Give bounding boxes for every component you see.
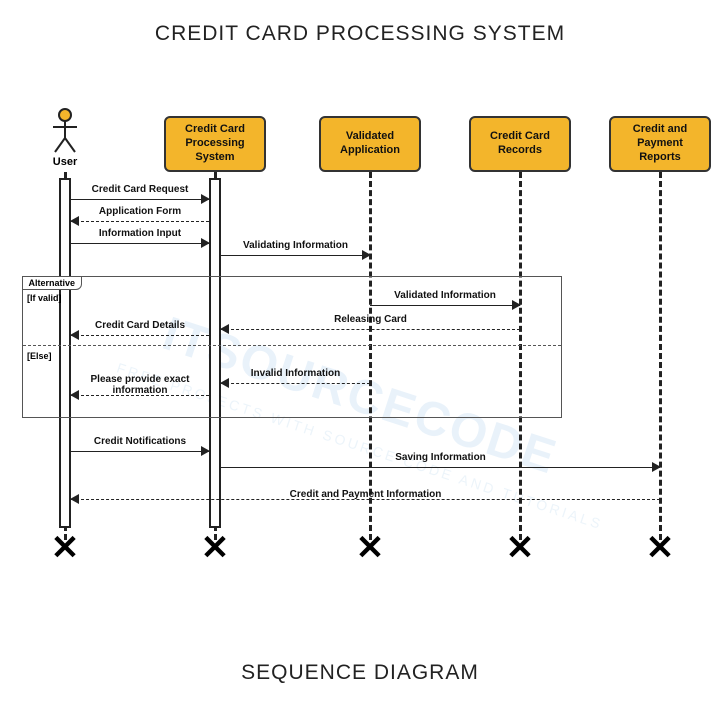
message-arrow: Validated Information <box>370 298 520 312</box>
message-arrow: Application Form <box>71 214 209 228</box>
message-label: Credit Card Details <box>71 320 209 331</box>
message-label: Credit Notifications <box>71 436 209 447</box>
destroy-marker: ✕ <box>356 531 385 565</box>
participant-system: Credit Card Processing System <box>164 116 266 172</box>
message-arrow: Credit Card Details <box>71 328 209 342</box>
actor-label: User <box>45 156 85 168</box>
page-title: CREDIT CARD PROCESSING SYSTEM <box>0 0 720 46</box>
message-arrow: Credit and Payment Information <box>71 492 660 506</box>
lifeline <box>659 172 662 540</box>
message-label: Information Input <box>71 228 209 239</box>
destroy-marker: ✕ <box>51 531 80 565</box>
diagram-canvas: User Credit Card Processing System Valid… <box>0 100 720 600</box>
message-label: Credit and Payment Information <box>71 489 660 500</box>
participant-records: Credit Card Records <box>469 116 571 172</box>
message-label: Releasing Card <box>221 314 520 325</box>
message-arrow: Information Input <box>71 236 209 250</box>
alt-guard-else: [Else] <box>27 351 52 361</box>
message-arrow: Validating Information <box>221 248 370 262</box>
message-label: Saving Information <box>221 452 660 463</box>
message-label: Application Form <box>71 206 209 217</box>
message-label: Credit Card Request <box>71 184 209 195</box>
message-arrow: Credit Card Request <box>71 192 209 206</box>
message-arrow: Saving Information <box>221 460 660 474</box>
alt-divider <box>23 345 561 346</box>
actor-user: User <box>45 108 85 168</box>
destroy-marker: ✕ <box>201 531 230 565</box>
message-label: Validated Information <box>370 290 520 301</box>
message-label: Invalid Information <box>221 368 370 379</box>
actor-icon <box>50 108 80 154</box>
message-arrow: Please provide exact information <box>71 388 209 402</box>
message-label: Please provide exact information <box>71 374 209 396</box>
destroy-marker: ✕ <box>506 531 535 565</box>
message-arrow: Releasing Card <box>221 322 520 336</box>
message-arrow: Credit Notifications <box>71 444 209 458</box>
alt-operator-label: Alternative <box>22 276 83 290</box>
message-arrow: Invalid Information <box>221 376 370 390</box>
alt-guard-if: [If valid] <box>27 293 62 303</box>
participant-reports: Credit and Payment Reports <box>609 116 711 172</box>
message-label: Validating Information <box>221 240 370 251</box>
destroy-marker: ✕ <box>646 531 675 565</box>
page-subtitle: SEQUENCE DIAGRAM <box>0 661 720 685</box>
participant-validated: Validated Application <box>319 116 421 172</box>
